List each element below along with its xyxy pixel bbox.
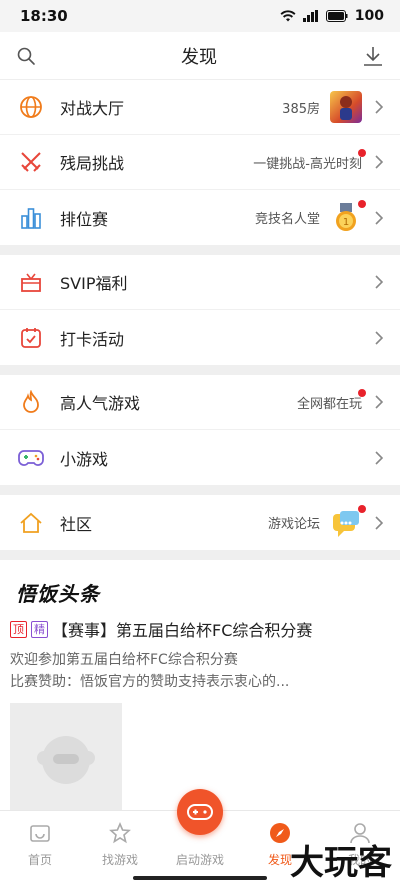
- row-svip[interactable]: SVIP福利: [0, 255, 400, 310]
- house-icon: [18, 510, 44, 536]
- gamepad-icon: [187, 804, 213, 820]
- notification-dot: [358, 389, 366, 397]
- row-sub: 游戏论坛: [267, 517, 320, 532]
- search-icon[interactable]: [16, 46, 36, 66]
- section-community: 社区 游戏论坛: [0, 495, 400, 550]
- flame-icon: [18, 389, 44, 415]
- bottom-tab-bar: 首页 找游戏 启动游戏 发现 我的 大玩客: [0, 789, 400, 888]
- article-image-placeholder[interactable]: [10, 703, 122, 813]
- notification-dot: [358, 504, 366, 513]
- tab-label: 找游戏: [101, 853, 138, 867]
- row-label: SVIP福利: [60, 274, 128, 293]
- row-popular-games[interactable]: 高人气游戏 全网都在玩: [0, 375, 400, 430]
- status-bar: 18:30 100: [0, 0, 400, 32]
- row-label: 排位赛: [60, 209, 109, 229]
- gamepad-icon: [18, 445, 44, 471]
- section-games: 高人气游戏 全网都在玩 小游戏: [0, 375, 400, 485]
- chevron-right-icon: [372, 100, 386, 114]
- battery-icon: [325, 10, 348, 22]
- crossed-swords-icon: [18, 149, 44, 175]
- row-label: 残局挑战: [60, 154, 125, 173]
- launch-game-button[interactable]: [177, 789, 223, 835]
- home-indicator[interactable]: [133, 876, 267, 880]
- download-icon[interactable]: [362, 45, 384, 67]
- section-battle: 对战大厅 385房 残局挑战 一键挑战-高光时刻 排位赛 竞技名人堂 1: [0, 80, 400, 245]
- feed-logo: 悟饭头条: [16, 582, 100, 606]
- row-mini-games[interactable]: 小游戏: [0, 430, 400, 485]
- article-summary[interactable]: 欢迎参加第五届白给杯FC综合积分赛 比赛赞助：悟饭官方的赞助支持表示衷心的...: [10, 649, 390, 693]
- gift-icon: [18, 269, 44, 295]
- section-welfare: SVIP福利 打卡活动: [0, 255, 400, 365]
- chevron-right-icon: [372, 395, 386, 409]
- star-icon: [109, 821, 131, 845]
- status-time: 18:30: [20, 7, 68, 25]
- row-checkin[interactable]: 打卡活动: [0, 310, 400, 365]
- monkey-placeholder-icon: [37, 736, 95, 784]
- notification-dot: [358, 199, 366, 208]
- chevron-right-icon: [372, 210, 386, 225]
- row-community[interactable]: 社区 游戏论坛: [0, 495, 400, 550]
- row-label: 高人气游戏: [60, 394, 141, 413]
- home-icon: [29, 821, 51, 845]
- article-line-1: 欢迎参加第五届白给杯FC综合积分赛: [10, 652, 238, 668]
- battery-level: 100: [354, 8, 384, 24]
- news-feed: 悟饭头条 顶 精 【赛事】第五届白给杯FC综合积分赛 欢迎参加第五届白给杯FC综…: [0, 560, 400, 813]
- chevron-right-icon: [372, 275, 386, 289]
- chevron-right-icon: [372, 330, 386, 345]
- globe-icon: [18, 94, 44, 120]
- row-label: 小游戏: [60, 449, 109, 469]
- chevron-right-icon: [372, 450, 386, 465]
- tab-label: 启动游戏: [175, 853, 224, 867]
- chat-bubble-icon: [330, 504, 366, 539]
- row-ranked[interactable]: 排位赛 竞技名人堂 1: [0, 190, 400, 245]
- tab-label: 发现: [267, 853, 292, 867]
- chevron-right-icon: [372, 155, 386, 169]
- row-sub: 一键挑战-高光时刻: [253, 156, 362, 172]
- compass-icon: [269, 821, 291, 845]
- medal-icon: 1: [330, 199, 366, 234]
- wifi-icon: [280, 10, 296, 22]
- notification-dot: [358, 149, 366, 157]
- row-sub: 385房: [282, 101, 320, 117]
- article-line-2: 比赛赞助：悟饭官方的赞助支持表示衷心的...: [10, 674, 290, 690]
- tab-label: 首页: [27, 853, 52, 867]
- row-battle-hall[interactable]: 对战大厅 385房: [0, 80, 400, 135]
- row-endgame-challenge[interactable]: 残局挑战 一键挑战-高光时刻: [0, 135, 400, 190]
- header: 发现: [0, 32, 400, 80]
- buildings-icon: [18, 205, 44, 231]
- row-label: 打卡活动: [60, 329, 125, 349]
- tab-home[interactable]: 首页: [0, 811, 80, 888]
- row-label: 对战大厅: [60, 99, 125, 118]
- watermark: 大玩客: [290, 843, 392, 883]
- article-title-row[interactable]: 顶 精 【赛事】第五届白给杯FC综合积分赛: [10, 617, 390, 641]
- signal-icon: [302, 10, 318, 22]
- svg-text:1: 1: [343, 217, 349, 228]
- row-sub: 竞技名人堂: [254, 212, 320, 227]
- article-title: 【赛事】第五届白给杯FC综合积分赛: [52, 621, 313, 640]
- featured-tag: 精: [31, 620, 48, 638]
- game-thumbnail: [330, 91, 362, 123]
- row-sub: 全网都在玩: [296, 396, 362, 412]
- status-icons: 100: [280, 8, 384, 24]
- chevron-right-icon: [372, 515, 386, 530]
- pinned-tag: 顶: [10, 620, 27, 638]
- page-title: 发现: [181, 46, 217, 68]
- row-label: 社区: [60, 514, 93, 534]
- calendar-check-icon: [18, 325, 44, 351]
